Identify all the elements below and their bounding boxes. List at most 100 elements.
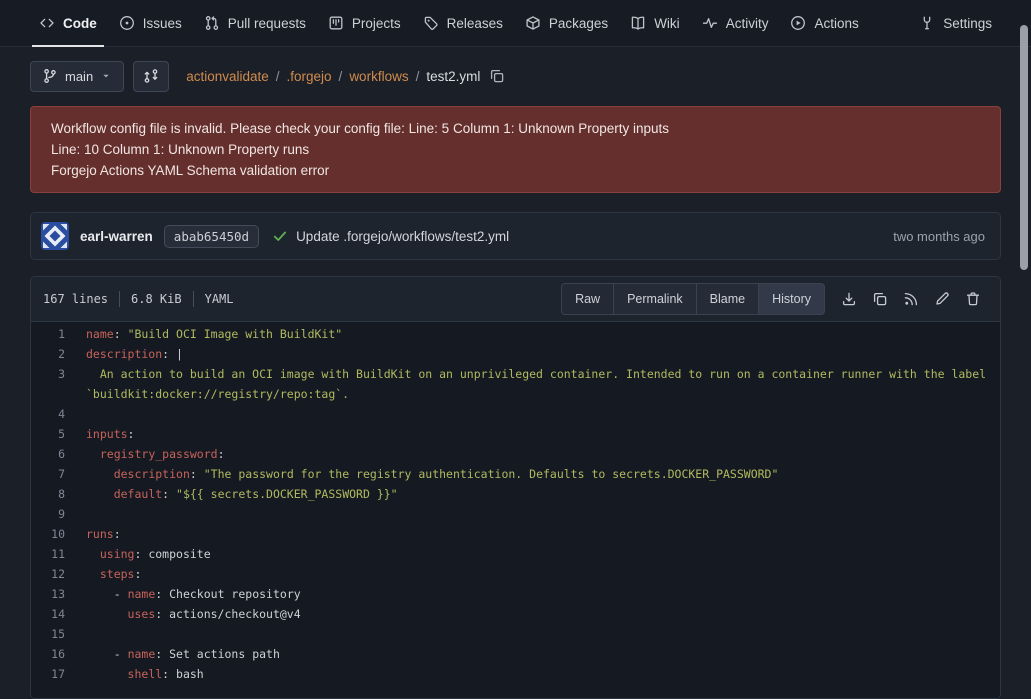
- tab-wiki[interactable]: Wiki: [619, 0, 691, 46]
- line-content: An action to build an OCI image with Bui…: [86, 364, 1000, 404]
- packages-icon: [525, 15, 541, 31]
- history-button[interactable]: History: [758, 283, 825, 315]
- avatar[interactable]: [41, 222, 69, 250]
- code-line: 12 steps:: [31, 564, 1000, 584]
- tab-pull-requests[interactable]: Pull requests: [193, 0, 317, 46]
- line-number[interactable]: 8: [31, 484, 86, 504]
- code-line: 3 An action to build an OCI image with B…: [31, 364, 1000, 404]
- tab-issues[interactable]: Issues: [108, 0, 193, 46]
- pencil-button[interactable]: [926, 284, 957, 314]
- line-number[interactable]: 14: [31, 604, 86, 624]
- breadcrumb-segment-actionvalidate[interactable]: actionvalidate: [186, 69, 269, 84]
- copy-path-button[interactable]: [489, 68, 505, 84]
- releases-icon: [423, 15, 439, 31]
- line-number[interactable]: 17: [31, 664, 86, 684]
- rss-icon: [903, 291, 919, 307]
- commit-author[interactable]: earl-warren: [80, 229, 153, 244]
- code-line: 5inputs:: [31, 424, 1000, 444]
- download-button[interactable]: [833, 284, 864, 314]
- line-number[interactable]: 6: [31, 444, 86, 464]
- line-number[interactable]: 10: [31, 524, 86, 544]
- repo-tabs: Code Issues Pull requests ProjectsReleasesP…: [0, 0, 1031, 47]
- blame-button[interactable]: Blame: [696, 283, 758, 315]
- code-line: 13 - name: Checkout repository: [31, 584, 1000, 604]
- divider: [193, 291, 194, 307]
- commit-message[interactable]: Update .forgejo/workflows/test2.yml: [296, 229, 509, 244]
- settings-icon: [919, 15, 935, 31]
- vertical-scrollbar[interactable]: [1020, 25, 1028, 270]
- tab-settings[interactable]: Settings: [908, 0, 1003, 46]
- breadcrumb-segment-workflows[interactable]: workflows: [349, 69, 408, 84]
- copy-icon: [489, 68, 505, 84]
- line-content: - name: Checkout repository: [86, 584, 1000, 604]
- copy-button[interactable]: [864, 284, 895, 314]
- tab-releases[interactable]: Releases: [412, 0, 514, 46]
- line-content: description: |: [86, 344, 1000, 364]
- code-line: 7 description: "The password for the reg…: [31, 464, 1000, 484]
- line-number[interactable]: 5: [31, 424, 86, 444]
- line-content: registry_password:: [86, 444, 1000, 464]
- line-number[interactable]: 13: [31, 584, 86, 604]
- actions-icon: [790, 15, 806, 31]
- pencil-icon: [934, 291, 950, 307]
- tab-label: Actions: [814, 16, 858, 31]
- tab-actions[interactable]: Actions: [779, 0, 869, 46]
- rss-button[interactable]: [895, 284, 926, 314]
- tab-label: Code: [63, 16, 97, 31]
- code-view: 1name: "Build OCI Image with BuildKit"2d…: [31, 322, 1000, 698]
- check-icon: [272, 228, 288, 244]
- raw-button[interactable]: Raw: [561, 283, 613, 315]
- file-action-icons: [833, 284, 988, 314]
- workflow-error-banner: Workflow config file is invalid. Please …: [30, 106, 1001, 193]
- tab-code[interactable]: Code: [28, 0, 108, 46]
- code-line: 17 shell: bash: [31, 664, 1000, 684]
- file-line-count: 167 lines: [43, 292, 108, 306]
- divider: [119, 291, 120, 307]
- line-content: shell: bash: [86, 664, 1000, 684]
- file-info: 167 lines 6.8 KiB YAML: [43, 291, 234, 307]
- code-line: 4: [31, 404, 1000, 424]
- breadcrumb-segment--forgejo[interactable]: .forgejo: [287, 69, 332, 84]
- line-content: using: composite: [86, 544, 1000, 564]
- line-number[interactable]: 12: [31, 564, 86, 584]
- breadcrumb-separator: /: [416, 69, 420, 84]
- code-line: 6 registry_password:: [31, 444, 1000, 464]
- tab-label: Pull requests: [228, 16, 306, 31]
- permalink-button[interactable]: Permalink: [613, 283, 696, 315]
- line-number[interactable]: 16: [31, 644, 86, 664]
- tab-activity[interactable]: Activity: [691, 0, 780, 46]
- line-number[interactable]: 4: [31, 404, 86, 424]
- error-message-line: Line: 10 Column 1: Unknown Property runs: [51, 139, 980, 160]
- line-number[interactable]: 15: [31, 624, 86, 644]
- compare-button[interactable]: [133, 61, 169, 92]
- latest-commit-box: earl-warren abab65450d Update .forgejo/w…: [30, 212, 1001, 260]
- code-line: 10runs:: [31, 524, 1000, 544]
- line-number[interactable]: 9: [31, 504, 86, 524]
- tab-packages[interactable]: Packages: [514, 0, 619, 46]
- line-content: description: "The password for the regis…: [86, 464, 1000, 484]
- code-icon: [39, 15, 55, 31]
- line-number[interactable]: 7: [31, 464, 86, 484]
- trash-button[interactable]: [957, 284, 988, 314]
- line-content: runs:: [86, 524, 1000, 544]
- code-line: 15: [31, 624, 1000, 644]
- line-number[interactable]: 2: [31, 344, 86, 364]
- branch-name: main: [65, 69, 93, 84]
- wiki-icon: [630, 15, 646, 31]
- tab-projects[interactable]: Projects: [317, 0, 412, 46]
- trash-icon: [965, 291, 981, 307]
- line-number[interactable]: 1: [31, 324, 86, 344]
- chevron-down-icon: [100, 70, 112, 82]
- line-content: [86, 624, 1000, 644]
- issues-icon: [119, 15, 135, 31]
- download-icon: [841, 291, 857, 307]
- breadcrumb: actionvalidate/.forgejo/workflows/test2.…: [186, 69, 480, 84]
- code-line: 1name: "Build OCI Image with BuildKit": [31, 324, 1000, 344]
- compare-icon: [143, 68, 159, 84]
- commit-sha[interactable]: abab65450d: [164, 225, 259, 248]
- line-number[interactable]: 11: [31, 544, 86, 564]
- copy-icon: [872, 291, 888, 307]
- branch-selector[interactable]: main: [30, 61, 124, 92]
- code-line: 14 uses: actions/checkout@v4: [31, 604, 1000, 624]
- line-number[interactable]: 3: [31, 364, 86, 404]
